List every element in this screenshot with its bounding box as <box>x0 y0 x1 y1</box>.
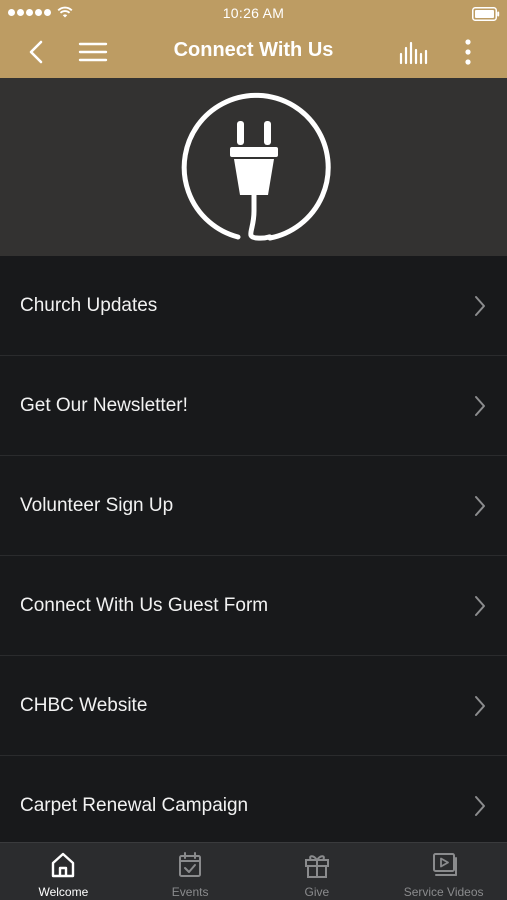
chevron-right-icon <box>475 396 485 416</box>
video-playlist-icon <box>432 853 457 876</box>
hero-banner <box>0 78 507 256</box>
calendar-check-icon <box>179 852 202 877</box>
menu-item-newsletter[interactable]: Get Our Newsletter! <box>0 356 507 456</box>
menu-item-guest-form[interactable]: Connect With Us Guest Form <box>0 556 507 656</box>
tab-give[interactable]: Give <box>254 843 381 900</box>
menu-item-church-updates[interactable]: Church Updates <box>0 256 507 356</box>
menu-item-label: Carpet Renewal Campaign <box>20 795 249 816</box>
audio-bars-icon[interactable] <box>398 40 430 66</box>
menu-item-label: Church Updates <box>20 295 158 316</box>
chevron-right-icon <box>475 696 485 716</box>
tab-label: Give <box>304 885 330 899</box>
chevron-right-icon <box>475 496 485 516</box>
tab-label: Welcome <box>38 885 89 899</box>
chevron-right-icon <box>475 596 485 616</box>
tab-label: Events <box>171 885 209 899</box>
menu-item-volunteer-sign-up[interactable]: Volunteer Sign Up <box>0 456 507 556</box>
menu-item-label: Volunteer Sign Up <box>20 495 174 516</box>
chevron-right-icon <box>475 296 485 316</box>
status-bar: 10:26 AM <box>0 0 507 26</box>
status-time: 10:26 AM <box>222 5 285 21</box>
plug-icon <box>181 92 331 241</box>
menu-item-label: Connect With Us Guest Form <box>20 595 269 616</box>
navigation-bar: Connect With Us <box>0 26 507 78</box>
more-vertical-icon[interactable] <box>458 38 478 66</box>
tab-events[interactable]: Events <box>127 843 254 900</box>
tab-bar: Welcome Events Give Service Videos <box>0 842 507 900</box>
menu-item-label: CHBC Website <box>20 695 148 716</box>
menu-item-carpet-renewal-campaign[interactable]: Carpet Renewal Campaign <box>0 756 507 842</box>
menu-list: Church Updates Get Our Newsletter! Volun… <box>0 256 507 842</box>
menu-item-label: Get Our Newsletter! <box>20 395 188 416</box>
top-bar: 10:26 AM Connect With Us <box>0 0 507 78</box>
menu-item-chbc-website[interactable]: CHBC Website <box>0 656 507 756</box>
page-title: Connect With Us <box>173 39 334 61</box>
gift-icon <box>304 855 329 878</box>
chevron-right-icon <box>475 796 485 816</box>
battery-icon <box>472 7 500 21</box>
tab-service-videos[interactable]: Service Videos <box>380 843 507 900</box>
tab-label: Service Videos <box>403 885 484 899</box>
app-screen: 10:26 AM Connect With Us Church Updates … <box>0 0 507 900</box>
tab-welcome[interactable]: Welcome <box>0 843 127 900</box>
home-icon <box>52 852 75 878</box>
